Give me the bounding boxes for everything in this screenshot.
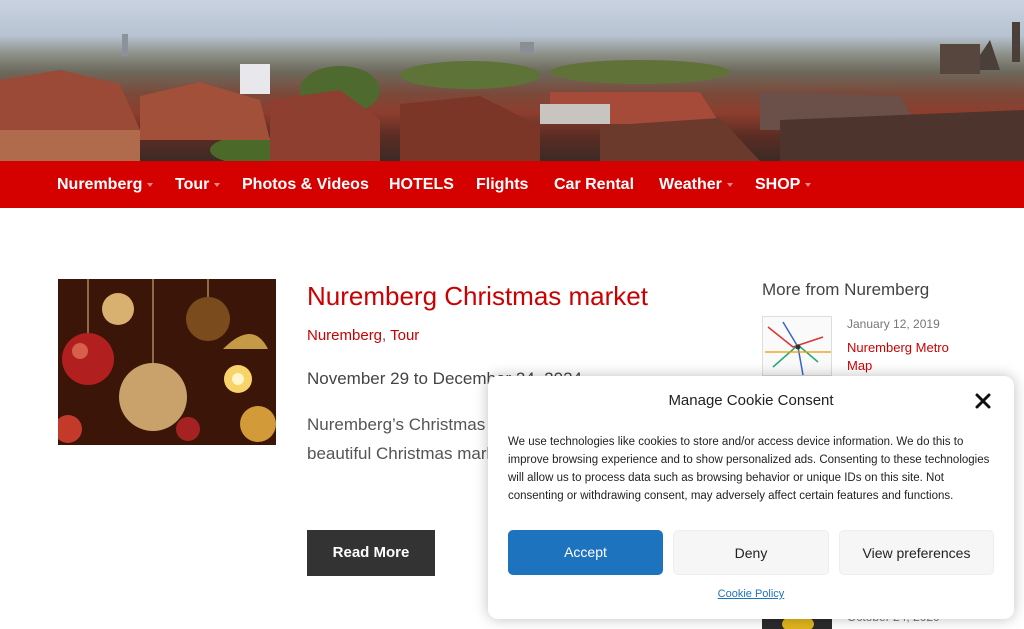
- nav-item-flights[interactable]: Flights: [476, 161, 528, 208]
- nav-label: Nuremberg: [57, 176, 143, 193]
- cookie-consent-text: We use technologies like cookies to stor…: [508, 436, 990, 502]
- chevron-down-icon: [147, 182, 154, 187]
- nav-item-shop[interactable]: SHOP: [755, 161, 812, 208]
- nav-item-weather[interactable]: Weather: [659, 161, 733, 208]
- main-navigation: Nuremberg Tour Photos & Videos HOTELS Fl…: [0, 161, 1024, 208]
- nav-label: HOTELS: [389, 176, 454, 193]
- sidebar-post-date: January 12, 2019: [847, 317, 940, 331]
- view-preferences-button[interactable]: View preferences: [839, 530, 994, 575]
- read-more-button[interactable]: Read More: [307, 530, 435, 576]
- category-separator: ,: [382, 327, 387, 344]
- header-banner-image: [0, 0, 1024, 161]
- nav-item-hotels[interactable]: HOTELS: [389, 161, 454, 208]
- cookie-policy-link[interactable]: Cookie Policy: [488, 588, 1014, 600]
- chevron-down-icon: [805, 182, 812, 187]
- close-icon[interactable]: [974, 392, 992, 410]
- nav-item-nuremberg[interactable]: Nuremberg: [57, 161, 154, 208]
- deny-button[interactable]: Deny: [673, 530, 829, 575]
- article-thumbnail-image[interactable]: [58, 279, 276, 445]
- sidebar-post-link[interactable]: Nuremberg Metro Map: [847, 339, 977, 375]
- nav-label: Car Rental: [554, 176, 635, 193]
- nav-label: Flights: [476, 176, 529, 193]
- sidebar-post-thumbnail[interactable]: [762, 316, 832, 376]
- nav-item-photos-videos[interactable]: Photos & Videos: [242, 161, 369, 208]
- category-link-nuremberg[interactable]: Nuremberg: [307, 327, 382, 344]
- sidebar-title: More from Nuremberg: [762, 280, 930, 299]
- page: Nuremberg Tour Photos & Videos HOTELS Fl…: [0, 0, 1024, 629]
- nav-item-car-rental[interactable]: Car Rental: [554, 161, 634, 208]
- chevron-down-icon: [726, 182, 733, 187]
- nav-item-tour[interactable]: Tour: [175, 161, 221, 208]
- article-title-link[interactable]: Nuremberg Christmas market: [307, 281, 648, 312]
- cookie-consent-dialog: Manage Cookie Consent We use technologie…: [488, 376, 1014, 619]
- nav-label: Weather: [659, 176, 722, 193]
- category-link-tour[interactable]: Tour: [390, 327, 419, 344]
- nav-label: SHOP: [755, 176, 801, 193]
- nav-label: Photos & Videos: [242, 176, 369, 193]
- accept-button[interactable]: Accept: [508, 530, 663, 575]
- cookie-consent-title: Manage Cookie Consent: [668, 392, 834, 409]
- nav-label: Tour: [175, 176, 210, 193]
- chevron-down-icon: [214, 182, 221, 187]
- article-categories: Nuremberg, Tour: [307, 327, 419, 344]
